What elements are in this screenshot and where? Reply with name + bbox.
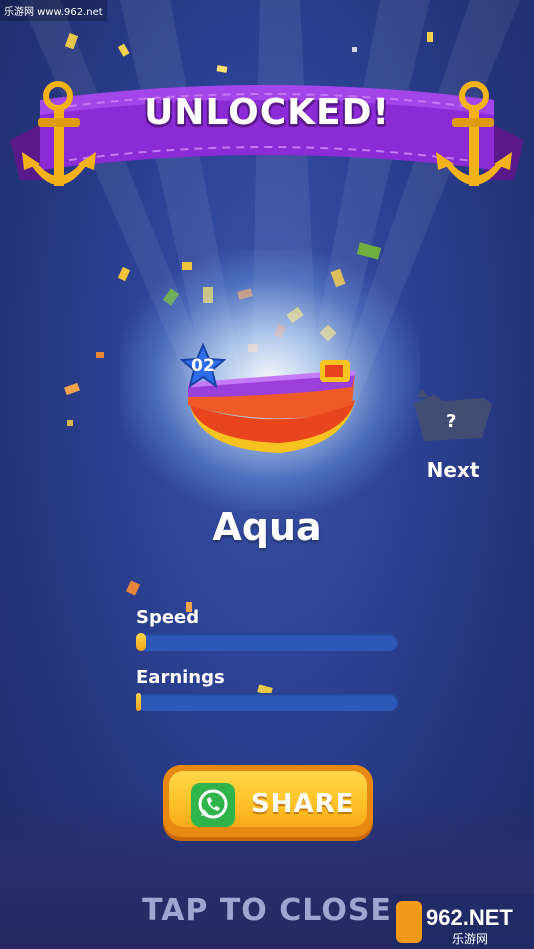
speed-label: Speed	[136, 607, 200, 628]
earnings-bar	[136, 693, 398, 711]
share-label: SHARE	[251, 789, 355, 819]
logo-text: 962.NET	[426, 905, 513, 930]
mystery-mark: ?	[446, 411, 457, 432]
earnings-bar-fill	[136, 693, 142, 711]
speed-bar	[136, 633, 398, 651]
speed-bar-fill	[136, 633, 147, 651]
unlocked-banner	[10, 81, 524, 186]
logo-subtext: 乐游网	[452, 932, 488, 946]
whatsapp-icon	[191, 783, 235, 827]
boat-name: Aqua	[212, 505, 322, 549]
share-button[interactable]: SHARE	[163, 765, 373, 837]
earnings-label: Earnings	[136, 667, 225, 688]
site-logo: 962.NET 乐游网	[392, 895, 534, 949]
banner-title: UNLOCKED!	[144, 92, 390, 133]
next-label[interactable]: Next	[410, 458, 496, 482]
share-button-face: SHARE	[169, 771, 367, 827]
boat-level: 02	[191, 356, 215, 376]
